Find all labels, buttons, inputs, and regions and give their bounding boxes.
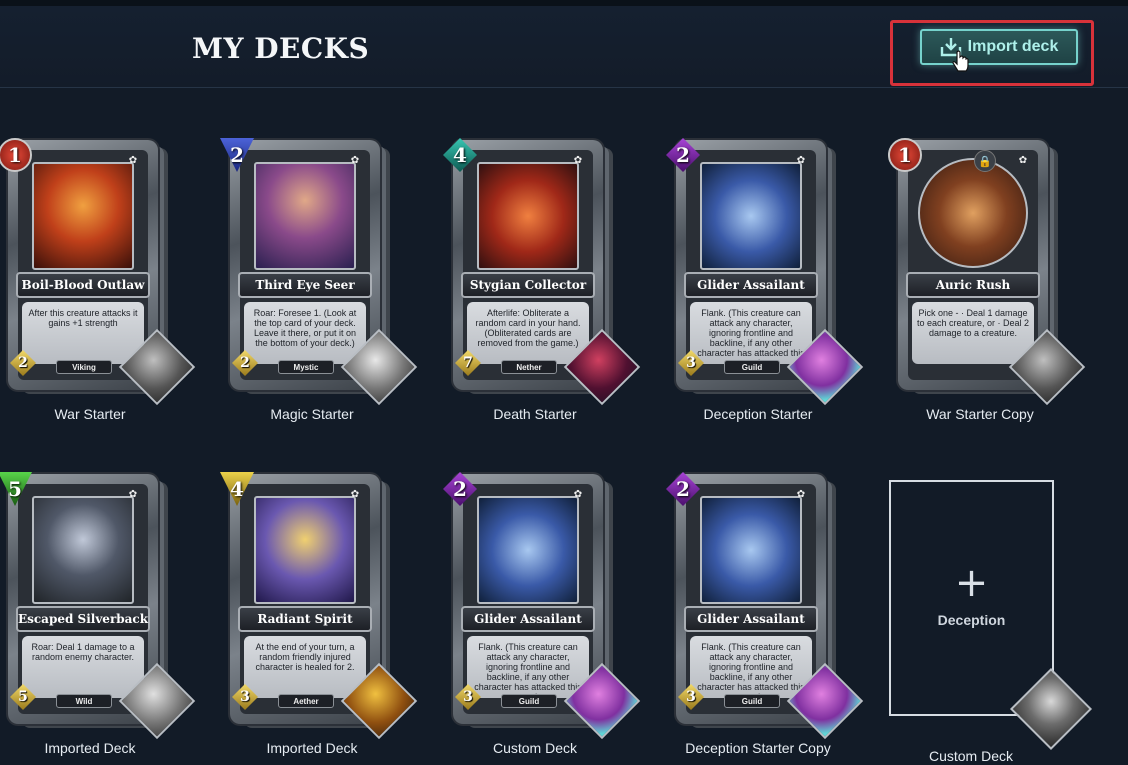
deck-card[interactable]: ✿ Escaped Silverback Roar: Deal 1 damage t… <box>0 472 196 740</box>
card-text: Pick one - · Deal 1 damage to each creat… <box>912 302 1034 364</box>
card-frame: ✿ Boil-Blood Outlaw After this creature at… <box>10 150 150 380</box>
card-name: Glider Assailant <box>684 606 818 632</box>
deck-tile[interactable]: ✿ Glider Assailant Flank. (This creature c… <box>666 126 864 422</box>
card-frame: ✿ Glider Assailant Flank. (This creature c… <box>678 484 818 714</box>
card-art <box>32 496 134 604</box>
deck-tile[interactable]: ✿ Stygian Collector Afterlife: Obliterate … <box>443 126 641 422</box>
card-frame: ✿ Stygian Collector Afterlife: Obliterate … <box>455 150 595 380</box>
deck-card[interactable]: ✿ Boil-Blood Outlaw After this creature at… <box>0 138 196 406</box>
card-name: Radiant Spirit <box>238 606 372 632</box>
card-text: After this creature attacks it gains +1 … <box>22 302 144 364</box>
card-art <box>254 162 356 270</box>
card-tribe: Wild <box>56 694 112 708</box>
plus-icon: + <box>954 560 989 606</box>
rarity-icon: ✿ <box>573 155 583 166</box>
card-text: At the end of your turn, a random friend… <box>244 636 366 698</box>
deck-card[interactable]: ✿ Third Eye Seer Roar: Foresee 1. (Look at… <box>220 138 418 406</box>
cursor-icon <box>952 50 969 72</box>
card-frame: 🔒 ✿ Auric Rush Pick one - · Deal 1 damage t… <box>906 150 1040 380</box>
deck-tile[interactable]: 🔒 ✿ Auric Rush Pick one - · Deal 1 damage t… <box>888 126 1086 422</box>
deck-tile[interactable]: ✿ Third Eye Seer Roar: Foresee 1. (Look at… <box>220 126 418 422</box>
card-tribe: Aether <box>278 694 334 708</box>
deck-tile[interactable]: ✿ Escaped Silverback Roar: Deal 1 damage t… <box>0 460 196 756</box>
deck-tile[interactable]: ✿ Boil-Blood Outlaw After this creature at… <box>0 126 196 422</box>
card-tribe: Mystic <box>278 360 334 374</box>
deck-label[interactable]: Imported Deck <box>0 740 180 756</box>
card-text: Flank. (This creature can attack any cha… <box>467 636 589 698</box>
card-art <box>918 158 1028 268</box>
page-title: MY DECKS <box>192 32 370 65</box>
card-name: Auric Rush <box>906 272 1040 298</box>
deck-label[interactable]: War Starter <box>0 406 180 422</box>
deck-label[interactable]: Deception Starter <box>668 406 848 422</box>
card-name: Glider Assailant <box>684 272 818 298</box>
deck-card[interactable]: 🔒 ✿ Auric Rush Pick one - · Deal 1 damage t… <box>888 138 1086 406</box>
card-name: Boil-Blood Outlaw <box>16 272 150 298</box>
card-frame: ✿ Third Eye Seer Roar: Foresee 1. (Look at… <box>232 150 372 380</box>
deck-tile[interactable]: ✿ Radiant Spirit At the end of your turn, … <box>220 460 418 756</box>
deck-label[interactable]: Death Starter <box>445 406 625 422</box>
rarity-icon: ✿ <box>350 489 360 500</box>
card-tribe: Guild <box>724 694 780 708</box>
new-deck-god: Deception <box>937 612 1006 628</box>
card-frame: ✿ Escaped Silverback Roar: Deal 1 damage t… <box>10 484 150 714</box>
rarity-icon: ✿ <box>350 155 360 166</box>
deck-card[interactable]: ✿ Stygian Collector Afterlife: Obliterate … <box>443 138 641 406</box>
deck-card[interactable]: ✿ Glider Assailant Flank. (This creature c… <box>666 138 864 406</box>
card-text: Flank. (This creature can attack any cha… <box>690 302 812 364</box>
card-tribe: Guild <box>501 694 557 708</box>
deck-label[interactable]: War Starter Copy <box>890 406 1070 422</box>
card-tribe: Viking <box>56 360 112 374</box>
new-deck-slot[interactable]: + Deception <box>889 480 1054 716</box>
deck-label[interactable]: Custom Deck <box>445 740 625 756</box>
card-art <box>477 496 579 604</box>
card-tribe: Nether <box>501 360 557 374</box>
card-frame: ✿ Radiant Spirit At the end of your turn, … <box>232 484 372 714</box>
card-name: Third Eye Seer <box>238 272 372 298</box>
rarity-icon: ✿ <box>796 489 806 500</box>
card-frame: ✿ Glider Assailant Flank. (This creature c… <box>455 484 595 714</box>
card-frame: ✿ Glider Assailant Flank. (This creature c… <box>678 150 818 380</box>
card-art <box>700 162 802 270</box>
card-art <box>32 162 134 270</box>
deck-label[interactable]: Magic Starter <box>222 406 402 422</box>
card-text: Afterlife: Obliterate a random card in y… <box>467 302 589 364</box>
card-name: Stygian Collector <box>461 272 595 298</box>
deck-tile[interactable]: ✿ Glider Assailant Flank. (This creature c… <box>443 460 641 756</box>
deck-label[interactable]: Deception Starter Copy <box>668 740 848 756</box>
import-deck-button[interactable]: Import deck <box>920 29 1078 65</box>
rarity-icon: ✿ <box>796 155 806 166</box>
deck-card[interactable]: ✿ Glider Assailant Flank. (This creature c… <box>443 472 641 740</box>
card-art <box>477 162 579 270</box>
deck-card[interactable]: ✿ Glider Assailant Flank. (This creature c… <box>666 472 864 740</box>
import-deck-label: Import deck <box>967 38 1059 55</box>
card-tribe: Guild <box>724 360 780 374</box>
new-deck-label: Custom Deck <box>928 748 1014 764</box>
rarity-icon: ✿ <box>573 489 583 500</box>
rarity-icon: ✿ <box>128 489 138 500</box>
card-text: Flank. (This creature can attack any cha… <box>690 636 812 698</box>
rarity-icon: ✿ <box>128 155 138 166</box>
mana-gem: 1 <box>888 138 922 172</box>
lock-icon: 🔒 <box>974 150 996 172</box>
rarity-icon: ✿ <box>1018 155 1028 166</box>
card-art <box>700 496 802 604</box>
card-text: Roar: Foresee 1. (Look at the top card o… <box>244 302 366 364</box>
card-name: Escaped Silverback <box>16 606 150 632</box>
card-text: Roar: Deal 1 damage to a random enemy ch… <box>22 636 144 698</box>
card-name: Glider Assailant <box>461 606 595 632</box>
deck-tile[interactable]: ✿ Glider Assailant Flank. (This creature c… <box>666 460 864 756</box>
deck-label[interactable]: Imported Deck <box>222 740 402 756</box>
card-art <box>254 496 356 604</box>
deck-card[interactable]: ✿ Radiant Spirit At the end of your turn, … <box>220 472 418 740</box>
